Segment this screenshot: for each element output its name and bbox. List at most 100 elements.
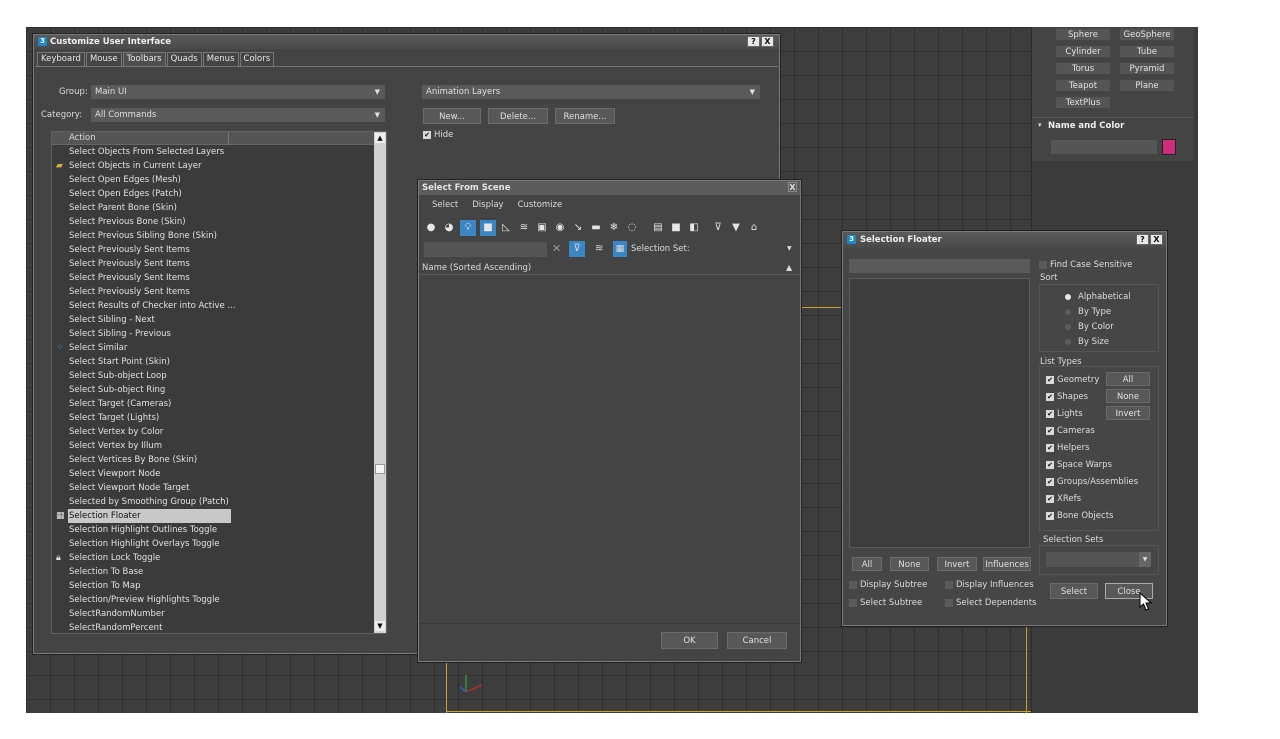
all-button[interactable]: All [852, 557, 882, 571]
list-item[interactable]: Selected by Smoothing Group (Patch) [69, 495, 229, 509]
scroll-down-icon[interactable]: ▼ [375, 621, 385, 631]
menu-customize[interactable]: Customize [518, 200, 563, 210]
list-item[interactable]: Select Similar [69, 341, 127, 355]
list-item[interactable]: Select Target (Lights) [69, 411, 159, 425]
list-item[interactable]: Select Previously Sent Items [69, 257, 190, 271]
container-filter-icon[interactable]: ▬ [590, 222, 602, 234]
list-item[interactable]: Select Sub-object Ring [69, 383, 165, 397]
sphere-button[interactable]: Sphere [1055, 28, 1111, 41]
new-toolbar-button[interactable]: New... [423, 108, 481, 124]
list-item[interactable]: Select Objects From Selected Layers [69, 145, 224, 159]
display-invert-icon[interactable]: ◧ [688, 222, 700, 234]
list-item[interactable]: SelectRandomPercent [69, 621, 162, 635]
object-list[interactable] [849, 278, 1030, 548]
display-all-icon[interactable]: ▤ [652, 222, 664, 234]
list-item[interactable]: SelectRandomNumber [69, 607, 165, 621]
list-item[interactable]: Select Vertex by Color [69, 425, 163, 439]
list-item-selected[interactable]: Selection Floater [68, 509, 231, 523]
column-action[interactable]: Action [69, 133, 96, 143]
title-bar[interactable]: 3 Customize User Interface ? X [34, 35, 779, 49]
list-item[interactable]: Selection To Base [69, 565, 143, 579]
list-item[interactable]: Select Parent Bone (Skin) [69, 201, 177, 215]
category-dropdown[interactable]: All Commands ▼ [91, 108, 385, 122]
bone-filter-icon[interactable]: ↘ [572, 222, 584, 234]
list-item[interactable]: Select Target (Cameras) [69, 397, 171, 411]
layers-icon[interactable]: ≋ [595, 243, 603, 254]
container-icon[interactable]: ⌂ [748, 222, 760, 234]
collapse-icon[interactable]: ▾ [1038, 121, 1042, 129]
clear-search-icon[interactable]: ✕ [552, 242, 561, 255]
group-dropdown[interactable]: Main UI ▼ [91, 85, 385, 99]
types-all-button[interactable]: All [1106, 372, 1150, 386]
list-item[interactable]: Select Open Edges (Mesh) [69, 173, 181, 187]
action-list[interactable]: Action ▲ ▼ ▰ ⁘ ▦ 🔒︎ Select Objects From … [51, 131, 387, 634]
sort-by-type-radio[interactable]: By Type [1065, 307, 1111, 317]
find-case-checkbox[interactable]: Find Case Sensitive [1039, 260, 1132, 270]
space-warps-checkbox[interactable]: ✔ Space Warps [1046, 460, 1112, 470]
shapes-checkbox[interactable]: ✔ Shapes [1046, 392, 1088, 402]
list-item[interactable]: Select Previously Sent Items [69, 285, 190, 299]
name-filter-input[interactable] [849, 259, 1030, 273]
helper-filter-icon[interactable]: ◺ [500, 222, 512, 234]
display-subtree-checkbox[interactable]: Display Subtree [849, 580, 927, 590]
menu-select[interactable]: Select [432, 200, 458, 210]
geosphere-button[interactable]: GeoSphere [1119, 28, 1175, 41]
object-name-field[interactable] [1051, 140, 1157, 154]
list-item[interactable]: Select Previous Bone (Skin) [69, 215, 186, 229]
xref-filter-icon[interactable]: ◉ [554, 222, 566, 234]
list-item[interactable]: Select Sub-object Loop [69, 369, 167, 383]
scrollbar[interactable]: ▲ ▼ [374, 132, 386, 633]
influences-button[interactable]: Influences [983, 557, 1031, 571]
list-item[interactable]: Select Viewport Node Target [69, 481, 189, 495]
textplus-button[interactable]: TextPlus [1055, 96, 1111, 109]
title-bar[interactable]: 3 Selection Floater ? X [843, 232, 1166, 248]
xrefs-checkbox[interactable]: ✔ XRefs [1046, 494, 1081, 504]
list-item[interactable]: Select Start Point (Skin) [69, 355, 170, 369]
geometry-checkbox[interactable]: ✔ Geometry [1046, 375, 1099, 385]
funnel-icon[interactable]: ▼ [730, 222, 742, 234]
invert-button[interactable]: Invert [937, 557, 977, 571]
toolbar-dropdown[interactable]: Animation Layers ▼ [422, 85, 760, 99]
close-button[interactable]: X [788, 182, 797, 192]
select-subtree-checkbox[interactable]: Select Subtree [849, 598, 922, 608]
types-none-button[interactable]: None [1106, 389, 1150, 403]
search-input[interactable] [424, 242, 547, 257]
selection-sets-dropdown[interactable]: ▼ [1046, 552, 1151, 567]
chevron-down-icon[interactable]: ▼ [787, 245, 792, 252]
tab-colors[interactable]: Colors [239, 52, 275, 66]
tab-menus[interactable]: Menus [202, 52, 239, 66]
light-filter-icon[interactable]: 💡︎ [460, 220, 476, 236]
group-filter-icon[interactable]: ▣ [536, 222, 548, 234]
help-button[interactable]: ? [1136, 234, 1149, 245]
menu-display[interactable]: Display [472, 200, 503, 210]
tab-toolbars[interactable]: Toolbars [122, 52, 166, 66]
helpers-checkbox[interactable]: ✔ Helpers [1046, 443, 1090, 453]
list-item[interactable]: Selection Highlight Overlays Toggle [69, 537, 219, 551]
display-none-icon[interactable]: ■ [670, 222, 682, 234]
sort-alphabetical-radio[interactable]: Alphabetical [1065, 292, 1131, 302]
display-influences-checkbox[interactable]: Display Influences [945, 580, 1034, 590]
delete-toolbar-button[interactable]: Delete... [488, 108, 548, 124]
list-item[interactable]: Selection/Preview Highlights Toggle [69, 593, 220, 607]
list-item[interactable]: Select Objects in Current Layer [69, 159, 202, 173]
scroll-thumb[interactable] [375, 464, 385, 474]
torus-button[interactable]: Torus [1055, 62, 1111, 75]
cameras-checkbox[interactable]: ✔ Cameras [1046, 426, 1095, 436]
frozen-filter-icon[interactable]: ◌ [626, 222, 638, 234]
tube-button[interactable]: Tube [1119, 45, 1175, 58]
shape-filter-icon[interactable]: ◕ [443, 222, 455, 234]
select-button[interactable]: Select [1050, 583, 1098, 599]
lights-checkbox[interactable]: ✔ Lights [1046, 409, 1083, 419]
none-button[interactable]: None [890, 557, 929, 571]
list-item[interactable]: Select Previous Sibling Bone (Skin) [69, 229, 217, 243]
geometry-filter-icon[interactable]: ● [425, 222, 437, 234]
list-item[interactable]: Select Viewport Node [69, 467, 160, 481]
list-item[interactable]: Select Results of Checker into Active ..… [69, 299, 236, 313]
column-name[interactable]: Name (Sorted Ascending) [422, 263, 531, 273]
teapot-button[interactable]: Teapot [1055, 79, 1111, 92]
filter-active-icon[interactable]: ⊽ [569, 241, 585, 257]
list-item[interactable]: Select Previously Sent Items [69, 243, 190, 257]
tab-keyboard[interactable]: Keyboard [37, 52, 85, 66]
list-item[interactable]: Selection To Map [69, 579, 140, 593]
cylinder-button[interactable]: Cylinder [1055, 45, 1111, 58]
